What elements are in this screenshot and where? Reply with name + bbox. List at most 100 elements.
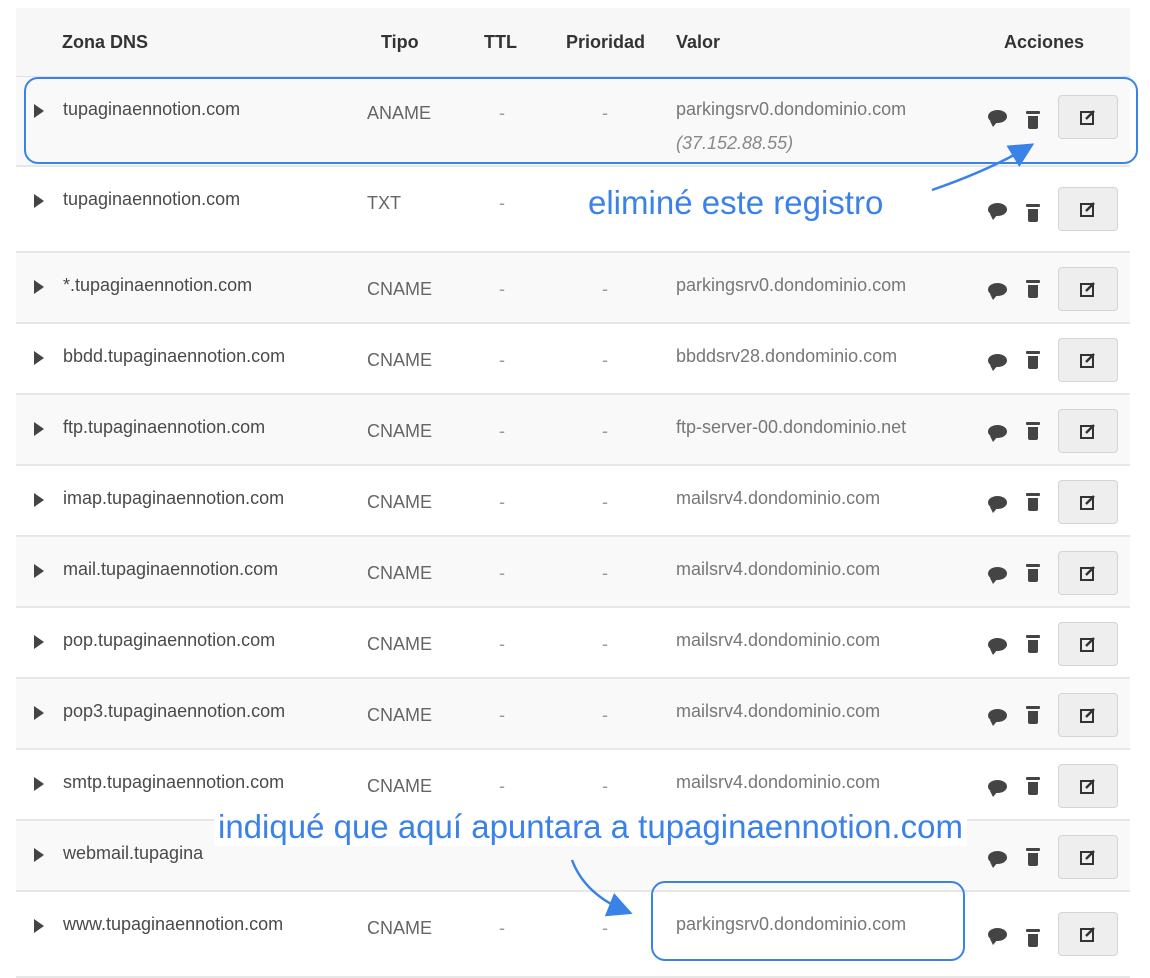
trash-icon[interactable] [1026,563,1040,583]
edit-icon [1080,495,1095,510]
comment-icon[interactable] [988,851,1007,868]
cell-ttl: - [499,563,505,583]
edit-icon [1080,779,1095,794]
cell-ttl: - [499,492,505,512]
table-row[interactable]: tupaginaennotion.comTXT-- [16,167,1130,253]
expand-caret-icon[interactable] [34,635,44,649]
cell-ttl: - [499,918,505,938]
comment-icon[interactable] [988,496,1007,513]
comment-icon[interactable] [988,709,1007,726]
cell-ttl: - [499,421,505,441]
expand-caret-icon[interactable] [34,564,44,578]
cell-zona-dns: webmail.tupagina [63,843,204,863]
trash-icon[interactable] [1026,421,1040,441]
header-tipo[interactable]: Tipo [381,32,419,53]
cell-tipo: CNAME [367,776,433,796]
annotation-box-aname-row [24,77,1138,164]
cell-zona-dns: www.tupaginaennotion.com [63,914,284,934]
cell-prioridad: - [602,350,608,370]
trash-icon[interactable] [1026,928,1040,948]
expand-caret-icon[interactable] [34,493,44,507]
cell-ttl: - [499,705,505,725]
edit-icon [1080,927,1095,942]
expand-caret-icon[interactable] [34,919,44,933]
table-row[interactable]: bbdd.tupaginaennotion.com CNAME - - bbddsrv2… [16,324,1130,395]
edit-icon [1080,202,1095,217]
edit-icon [1080,566,1095,581]
cell-valor: ftp-server-00.dondominio.net [676,417,907,437]
trash-icon[interactable] [1026,350,1040,370]
annotation-deleted-note: eliminé este registro [584,184,888,222]
expand-caret-icon[interactable] [34,280,44,294]
cell-tipo: CNAME [367,563,433,583]
comment-icon[interactable] [988,354,1007,371]
comment-icon[interactable] [988,780,1007,797]
cell-tipo: CNAME [367,279,433,299]
cell-ttl: - [499,279,505,299]
table-row[interactable]: mail.tupaginaennotion.com CNAME - - mailsrv4… [16,537,1130,608]
edit-button[interactable] [1058,764,1118,808]
header-zona-dns[interactable]: Zona DNS [62,32,148,53]
table-row[interactable]: ftp.tupaginaennotion.com CNAME - - ftp-serve… [16,395,1130,466]
cell-prioridad: - [602,918,608,938]
header-ttl[interactable]: TTL [484,32,517,53]
trash-icon[interactable] [1026,279,1040,299]
edit-button[interactable] [1058,912,1118,956]
cell-ttl: - [499,193,505,213]
cell-zona-dns: imap.tupaginaennotion.com [63,488,285,508]
comment-icon[interactable] [988,928,1007,945]
cell-valor: bbddsrv28.dondominio.com [676,346,898,366]
expand-caret-icon[interactable] [34,706,44,720]
trash-icon[interactable] [1026,492,1040,512]
edit-button[interactable] [1058,338,1118,382]
cell-prioridad: - [602,776,608,796]
trash-icon[interactable] [1026,203,1040,223]
table-header: Zona DNS Tipo TTL Prioridad Valor Accion… [16,8,1130,77]
cell-prioridad: - [602,279,608,299]
edit-icon [1080,708,1095,723]
cell-zona-dns: bbdd.tupaginaennotion.com [63,346,286,366]
table-row[interactable]: pop3.tupaginaennotion.com CNAME - - mailsrv4… [16,679,1130,750]
trash-icon[interactable] [1026,847,1040,867]
edit-button[interactable] [1058,267,1118,311]
cell-ttl: - [499,350,505,370]
comment-icon[interactable] [988,638,1007,655]
trash-icon[interactable] [1026,705,1040,725]
cell-prioridad: - [602,705,608,725]
expand-caret-icon[interactable] [34,848,44,862]
edit-icon [1080,353,1095,368]
cell-ttl: - [499,776,505,796]
edit-button[interactable] [1058,480,1118,524]
expand-caret-icon[interactable] [34,351,44,365]
cell-valor: mailsrv4.dondominio.com [676,559,881,579]
cell-prioridad: - [602,492,608,512]
table-row[interactable]: pop.tupaginaennotion.com CNAME - - mailsrv4.… [16,608,1130,679]
edit-button[interactable] [1058,409,1118,453]
edit-icon [1080,282,1095,297]
expand-caret-icon[interactable] [34,777,44,791]
comment-icon[interactable] [988,567,1007,584]
table-row[interactable]: *.tupaginaennotion.com CNAME - - parkingsrv0… [16,253,1130,324]
comment-icon[interactable] [988,425,1007,442]
header-valor[interactable]: Valor [676,32,720,53]
cell-zona-dns: pop3.tupaginaennotion.com [63,701,286,721]
table-row[interactable]: imap.tupaginaennotion.com CNAME - - mailsrv4… [16,466,1130,537]
edit-icon [1080,637,1095,652]
edit-icon [1080,850,1095,865]
cell-valor: mailsrv4.dondominio.com [676,630,881,650]
comment-icon[interactable] [988,283,1007,300]
expand-caret-icon[interactable] [34,194,44,208]
edit-button[interactable] [1058,835,1118,879]
edit-button[interactable] [1058,693,1118,737]
edit-button[interactable] [1058,187,1118,231]
annotation-box-www-value [651,881,965,961]
comment-icon[interactable] [988,203,1007,220]
trash-icon[interactable] [1026,776,1040,796]
trash-icon[interactable] [1026,634,1040,654]
edit-button[interactable] [1058,622,1118,666]
header-acciones: Acciones [1004,32,1085,52]
expand-caret-icon[interactable] [34,422,44,436]
edit-button[interactable] [1058,551,1118,595]
header-prioridad[interactable]: Prioridad [566,32,645,53]
cell-valor: mailsrv4.dondominio.com [676,701,881,721]
